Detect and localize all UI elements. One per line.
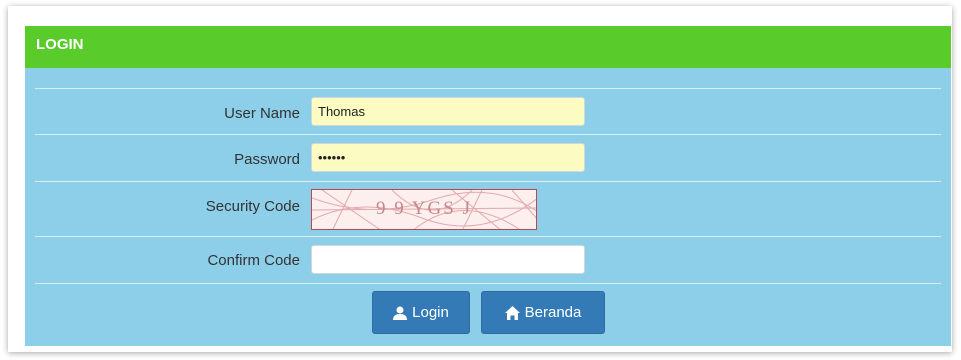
home-icon <box>504 305 520 320</box>
divider <box>35 181 941 182</box>
divider <box>35 134 941 135</box>
security-code-label: Security Code <box>205 198 300 215</box>
confirm-code-label: Confirm Code <box>207 252 300 269</box>
password-input[interactable] <box>311 143 585 172</box>
divider <box>35 283 941 284</box>
captcha-image: 9 9 YGS J <box>311 189 537 230</box>
password-label: Password <box>234 151 300 168</box>
confirm-code-input[interactable] <box>311 245 585 274</box>
captcha-text: 9 9 YGS J <box>376 198 472 219</box>
divider <box>35 88 941 89</box>
panel-title: LOGIN <box>25 26 951 68</box>
beranda-button[interactable]: Beranda <box>481 291 605 334</box>
login-button[interactable]: Login <box>372 291 470 334</box>
divider <box>35 236 941 237</box>
login-button-label: Login <box>412 304 449 321</box>
username-input[interactable] <box>311 97 585 126</box>
username-label: User Name <box>224 105 300 122</box>
beranda-button-label: Beranda <box>524 304 582 321</box>
login-panel: LOGIN User Name Password Security Code 9… <box>25 26 951 346</box>
user-icon <box>393 306 408 320</box>
